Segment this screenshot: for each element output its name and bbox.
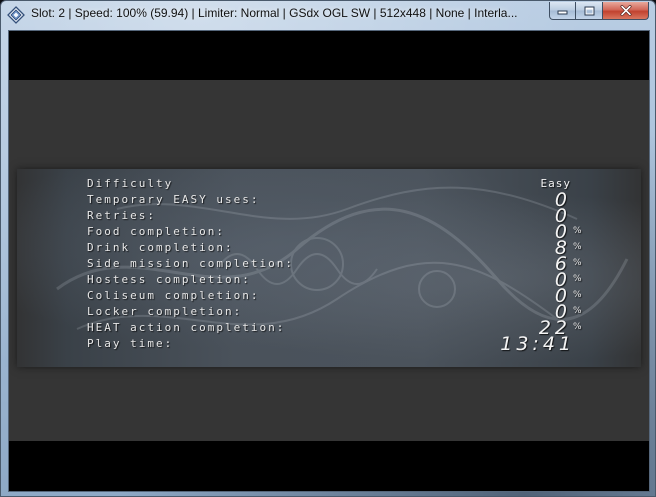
stat-label: Side mission completion: xyxy=(87,257,294,270)
completion-stats-panel: Difficulty Easy Temporary EASY uses: 0 R… xyxy=(17,169,641,367)
stat-row-difficulty: Difficulty Easy xyxy=(17,177,641,193)
stat-unit: % xyxy=(573,290,582,300)
stat-row-hostess: Hostess completion: 0 % xyxy=(17,269,641,291)
stat-row-food: Food completion: 0 % xyxy=(17,221,641,243)
game-screen: Difficulty Easy Temporary EASY uses: 0 R… xyxy=(9,80,649,441)
stat-label: Coliseum completion: xyxy=(87,289,260,302)
window-title: Slot: 2 | Speed: 100% (59.94) | Limiter:… xyxy=(31,6,518,20)
close-button[interactable] xyxy=(603,2,649,20)
stat-value: 13:41 xyxy=(500,333,575,355)
stat-unit: % xyxy=(573,226,582,236)
stat-row-coliseum: Coliseum completion: 0 % xyxy=(17,285,641,307)
maximize-icon xyxy=(584,6,594,15)
stat-unit: % xyxy=(573,274,582,284)
caption-buttons xyxy=(549,2,649,21)
minimize-button[interactable] xyxy=(549,2,576,20)
maximize-button[interactable] xyxy=(576,2,603,20)
game-viewport[interactable]: Difficulty Easy Temporary EASY uses: 0 R… xyxy=(8,30,650,492)
stat-row-retries: Retries: 0 xyxy=(17,205,641,227)
stat-row-drink: Drink completion: 8 % xyxy=(17,237,641,259)
stat-label: Retries: xyxy=(87,209,156,222)
stat-unit: % xyxy=(573,322,582,332)
stat-row-temporary-easy: Temporary EASY uses: 0 xyxy=(17,189,641,211)
stat-unit: % xyxy=(573,306,582,316)
stat-row-side-mission: Side mission completion: 6 % xyxy=(17,253,641,275)
stats-list: Difficulty Easy Temporary EASY uses: 0 R… xyxy=(17,169,641,367)
stat-label: Hostess completion: xyxy=(87,273,251,286)
minimize-icon xyxy=(557,10,568,15)
pcsx2-diamond-icon xyxy=(7,6,25,24)
stat-label: Food completion: xyxy=(87,225,225,238)
stat-label: HEAT action completion: xyxy=(87,321,286,334)
stat-unit: % xyxy=(573,242,582,252)
stat-label: Difficulty xyxy=(87,177,174,190)
stat-unit: % xyxy=(573,258,582,268)
stat-label: Play time: xyxy=(87,337,174,350)
stat-label: Locker completion: xyxy=(87,305,243,318)
stat-row-play-time: Play time: 13:41 xyxy=(17,333,641,355)
title-bar[interactable]: Slot: 2 | Speed: 100% (59.94) | Limiter:… xyxy=(1,1,655,29)
stat-label: Temporary EASY uses: xyxy=(87,193,260,206)
close-icon xyxy=(620,5,631,16)
emulator-window: Slot: 2 | Speed: 100% (59.94) | Limiter:… xyxy=(0,0,656,497)
stat-label: Drink completion: xyxy=(87,241,234,254)
